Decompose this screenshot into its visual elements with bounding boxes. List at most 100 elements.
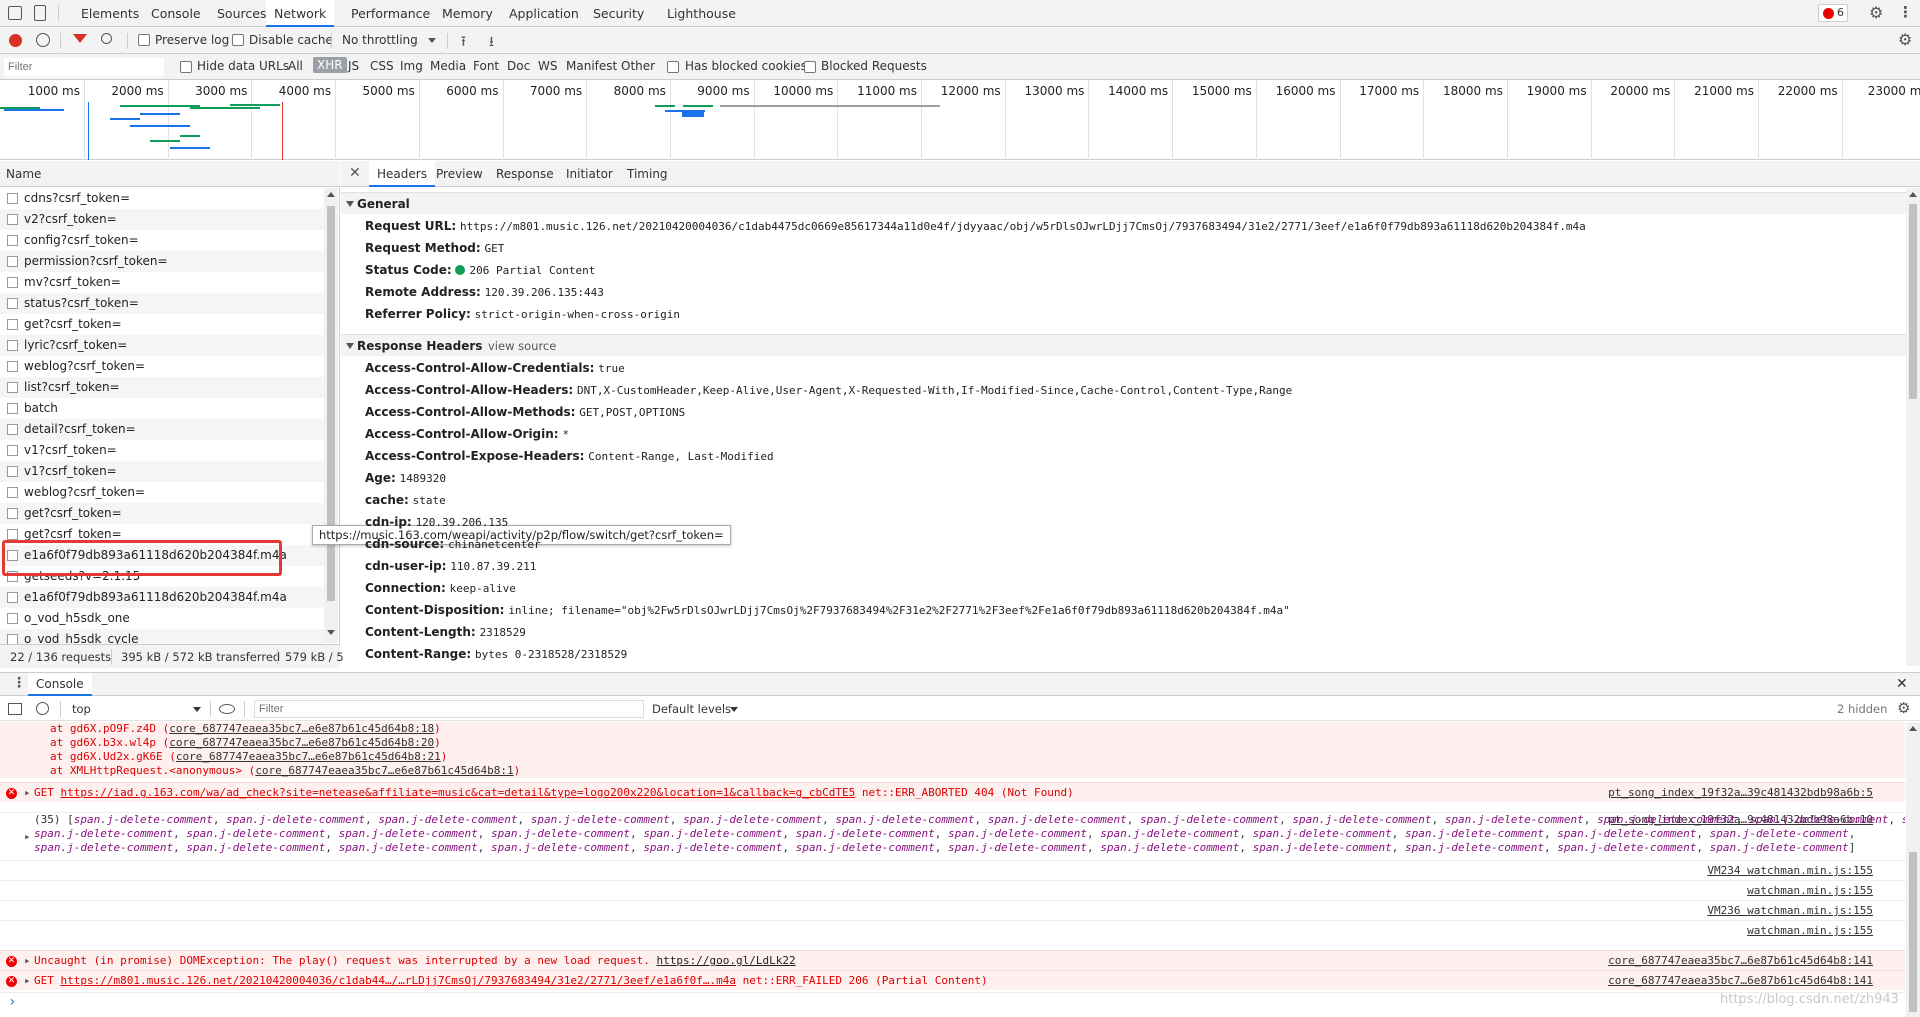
- source-link[interactable]: core_687747eaea35bc7…6e87b61c45d64b8:141: [1608, 971, 1873, 990]
- source-link[interactable]: VM234 watchman.min.js:155: [1707, 861, 1873, 880]
- array-item[interactable]: span.j-delete-comment: [835, 813, 974, 826]
- close-icon[interactable]: ✕: [349, 165, 361, 181]
- close-drawer-icon[interactable]: ✕: [1896, 676, 1908, 692]
- request-row[interactable]: weblog?csrf_token=: [0, 482, 324, 503]
- scroll-up-icon[interactable]: [327, 192, 335, 197]
- source-link[interactable]: watchman.min.js:155: [1747, 881, 1873, 900]
- search-icon[interactable]: [101, 33, 112, 44]
- request-url-link[interactable]: https://m801.music.126.net/2021042000403…: [61, 974, 737, 987]
- disable-cache-checkbox[interactable]: [232, 34, 244, 46]
- array-item[interactable]: span.j-delete-comment: [1749, 813, 1888, 826]
- source-link[interactable]: pt_song_index_19f32a…39c481432bdb98a6b:5: [1608, 783, 1873, 802]
- array-item[interactable]: span.j-delete-comment: [186, 827, 325, 840]
- type-filter-all[interactable]: All: [288, 59, 303, 73]
- array-item[interactable]: span.j-delete-comment: [1597, 813, 1736, 826]
- tab-lighthouse[interactable]: Lighthouse: [667, 0, 736, 27]
- view-source-link[interactable]: view source: [488, 335, 556, 357]
- source-link[interactable]: VM236 watchman.min.js:155: [1707, 901, 1873, 920]
- array-item[interactable]: span.j-delete-comment: [643, 841, 782, 854]
- blocked-requests-checkbox[interactable]: [804, 61, 816, 73]
- response-headers-section-header[interactable]: Response Headers view source: [341, 334, 1906, 356]
- device-toolbar-icon[interactable]: [34, 5, 46, 21]
- stack-frame-link[interactable]: core_687747eaea35bc7…e6e87b61c45d64b8:21: [176, 750, 441, 763]
- error-counter[interactable]: 6: [1818, 4, 1848, 22]
- request-row[interactable]: v2?csrf_token=: [0, 209, 324, 230]
- request-row[interactable]: lyric?csrf_token=: [0, 335, 324, 356]
- has-blocked-cookies-checkbox[interactable]: [667, 61, 679, 73]
- record-icon[interactable]: [9, 34, 22, 47]
- tab-console[interactable]: Console: [151, 0, 201, 27]
- type-filter-other[interactable]: Other: [621, 59, 655, 73]
- request-row[interactable]: permission?csrf_token=: [0, 251, 324, 272]
- array-item[interactable]: span.j-delete-comment: [378, 813, 517, 826]
- tab-sources[interactable]: Sources: [217, 0, 266, 27]
- array-item[interactable]: span.j-delete-comment: [1405, 841, 1544, 854]
- console-prompt[interactable]: ›: [0, 992, 1905, 1010]
- request-url-link[interactable]: https://iad.g.163.com/wa/ad_check?site=n…: [61, 786, 856, 799]
- request-row[interactable]: get?csrf_token=: [0, 503, 324, 524]
- array-item[interactable]: span.j-delete-comment: [74, 813, 213, 826]
- expand-triangle-icon[interactable]: ▸: [24, 971, 31, 990]
- scroll-up-icon[interactable]: [1909, 192, 1917, 197]
- scroll-up-icon[interactable]: [1909, 726, 1917, 731]
- log-levels-select[interactable]: Default levels: [652, 702, 731, 716]
- console-filter-input[interactable]: [254, 700, 644, 718]
- tab-performance[interactable]: Performance: [351, 0, 430, 27]
- request-row[interactable]: list?csrf_token=: [0, 377, 324, 398]
- array-item[interactable]: span.j-delete-comment: [796, 841, 935, 854]
- help-link[interactable]: https://goo.gl/LdLk22: [657, 954, 796, 967]
- request-row[interactable]: batch: [0, 398, 324, 419]
- export-har-icon[interactable]: ⭳: [489, 31, 494, 55]
- tab-security[interactable]: Security: [593, 0, 644, 27]
- tab-memory[interactable]: Memory: [442, 0, 493, 27]
- array-item[interactable]: span.j-delete-comment: [1292, 813, 1431, 826]
- scroll-thumb[interactable]: [1909, 852, 1917, 1012]
- type-filter-js[interactable]: JS: [348, 59, 359, 73]
- request-row[interactable]: cdns?csrf_token=: [0, 188, 324, 209]
- settings-gear-icon[interactable]: ⚙: [1869, 3, 1883, 22]
- tab-preview[interactable]: Preview: [436, 161, 483, 187]
- filter-funnel-icon[interactable]: [73, 34, 87, 43]
- request-row[interactable]: o_vod_h5sdk_one: [0, 608, 324, 629]
- array-item[interactable]: span.j-delete-comment: [1253, 827, 1392, 840]
- array-item[interactable]: span.j-delete-comment: [339, 841, 478, 854]
- tab-console-drawer[interactable]: Console: [28, 673, 92, 696]
- source-link[interactable]: watchman.min.js:155: [1747, 921, 1873, 940]
- array-item[interactable]: span.j-delete-comment: [339, 827, 478, 840]
- sidebar-toggle-icon[interactable]: [8, 703, 22, 715]
- eye-icon[interactable]: [219, 704, 235, 714]
- type-filter-img[interactable]: Img: [400, 59, 423, 73]
- request-row[interactable]: detail?csrf_token=: [0, 419, 324, 440]
- array-item[interactable]: span.j-delete-comment: [1100, 827, 1239, 840]
- type-filter-manifest[interactable]: Manifest: [566, 59, 617, 73]
- inspect-element-icon[interactable]: [8, 6, 22, 20]
- type-filter-doc[interactable]: Doc: [507, 59, 530, 73]
- array-item[interactable]: span.j-delete-comment: [1140, 813, 1279, 826]
- clear-console-icon[interactable]: [36, 702, 49, 715]
- array-item[interactable]: span.j-delete-comment: [34, 827, 173, 840]
- stack-frame-link[interactable]: core_687747eaea35bc7…e6e87b61c45d64b8:20: [169, 736, 434, 749]
- array-item[interactable]: span.j-delete-comment: [948, 827, 1087, 840]
- request-row[interactable]: mv?csrf_token=: [0, 272, 324, 293]
- stack-frame-link[interactable]: core_687747eaea35bc7…e6e87b61c45d64b8:18: [169, 722, 434, 735]
- array-item[interactable]: span.j-delete-comment: [531, 813, 670, 826]
- array-item[interactable]: span.j-delete-comment: [1902, 813, 1905, 826]
- array-item[interactable]: span.j-delete-comment: [1253, 841, 1392, 854]
- detail-scrollbar[interactable]: [1906, 188, 1920, 666]
- general-section-header[interactable]: General: [341, 192, 1906, 214]
- expand-triangle-icon[interactable]: ▸: [24, 951, 31, 970]
- array-item[interactable]: span.j-delete-comment: [796, 827, 935, 840]
- tab-application[interactable]: Application: [509, 0, 579, 27]
- more-options-icon[interactable]: ⋮: [1898, 3, 1913, 21]
- tab-initiator[interactable]: Initiator: [566, 161, 613, 187]
- request-row[interactable]: config?csrf_token=: [0, 230, 324, 251]
- array-item[interactable]: span.j-delete-comment: [1710, 827, 1849, 840]
- array-item[interactable]: span.j-delete-comment: [226, 813, 365, 826]
- array-item[interactable]: span.j-delete-comment: [1710, 841, 1849, 854]
- drawer-menu-icon[interactable]: ⋮: [12, 675, 26, 691]
- type-filter-ws[interactable]: WS: [538, 59, 557, 73]
- request-row[interactable]: e1a6f0f79db893a61118d620b204384f.m4a: [0, 587, 324, 608]
- array-item[interactable]: span.j-delete-comment: [1557, 827, 1696, 840]
- throttling-select[interactable]: No throttling: [342, 33, 418, 47]
- context-select[interactable]: top: [72, 702, 91, 716]
